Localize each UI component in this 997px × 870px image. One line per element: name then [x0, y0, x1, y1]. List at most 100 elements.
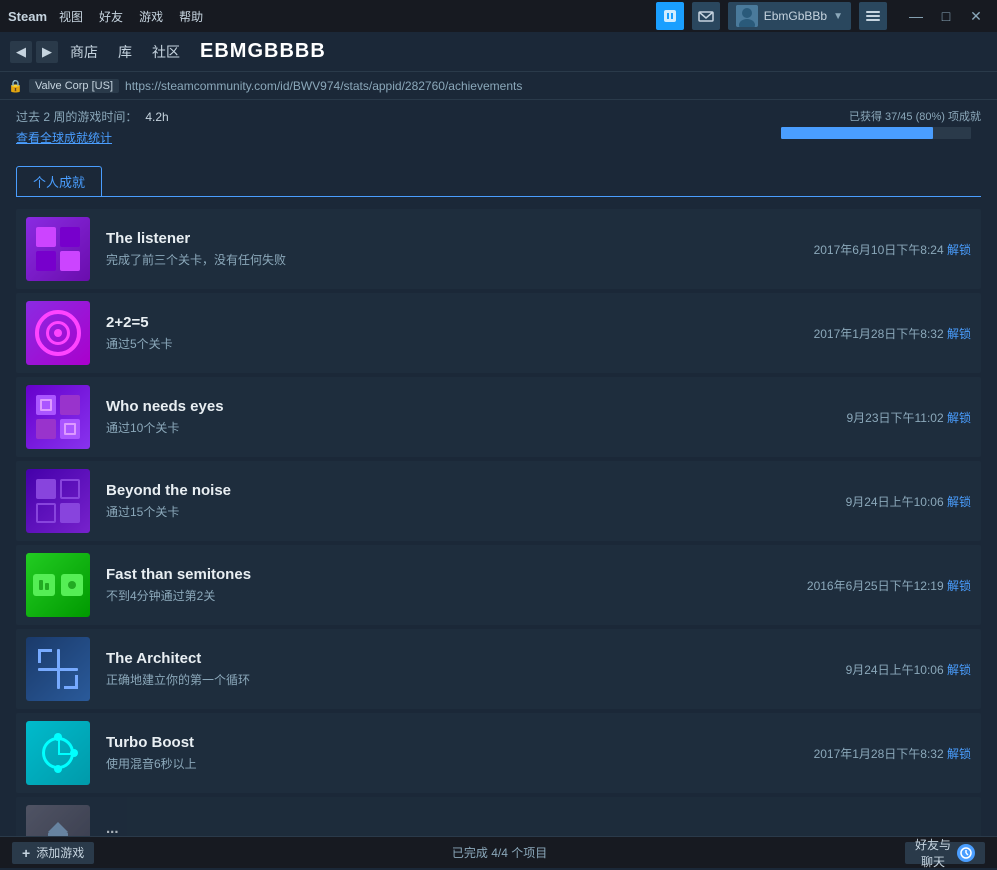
achievement-icon-turbo	[26, 721, 90, 785]
stats-row: 过去 2 周的游戏时间： 4.2h 查看全球成就统计 已获得 37/45 (80…	[0, 100, 997, 158]
notification-icon	[662, 8, 678, 24]
unlock-time: 9月23日下午11:02	[846, 411, 943, 425]
bottom-status: 已完成 4/4 个项目	[94, 844, 905, 861]
tab-personal[interactable]: 个人成就	[16, 166, 102, 196]
achievement-name: The listener	[106, 230, 798, 247]
achievement-list: The listener 完成了前三个关卡，没有任何失败 2017年6月10日下…	[0, 209, 997, 836]
achievement-info: Fast than semitones 不到4分钟通过第2关	[106, 566, 791, 604]
achievement-icon-architect	[26, 637, 90, 701]
close-button[interactable]: ✕	[963, 3, 989, 29]
add-game-label: 添加游戏	[36, 844, 84, 861]
progress-bar-inner	[781, 127, 933, 139]
unlock-label: 解锁	[947, 579, 971, 593]
chevron-down-icon: ▼	[833, 11, 843, 22]
achievement-icon-beyond	[26, 469, 90, 533]
unlock-time: 2017年6月10日下午8:24	[814, 243, 944, 257]
playtime-value: 4.2h	[145, 110, 168, 124]
achievement-unlock: 2017年6月10日下午8:24 解锁	[814, 241, 971, 258]
achievement-icon-fast	[26, 553, 90, 617]
achievement-desc: 正确地建立你的第一个循环	[106, 671, 830, 688]
menu-view[interactable]: 视图	[59, 8, 83, 25]
achievement-info: The listener 完成了前三个关卡，没有任何失败	[106, 230, 798, 268]
unlock-time: 9月24日上午10:06	[846, 495, 944, 509]
menu-bar: 视图 好友 游戏 帮助	[59, 8, 656, 25]
chat-icon	[957, 844, 975, 862]
achievement-desc: 完成了前三个关卡，没有任何失败	[106, 251, 798, 268]
menu-games[interactable]: 游戏	[139, 8, 163, 25]
back-button[interactable]: ◀	[10, 41, 32, 63]
username: EbmGbBBb	[764, 9, 827, 23]
achievement-icon-partial	[26, 805, 90, 836]
title-bar: Steam 视图 好友 游戏 帮助 EbmGbBBb ▼	[0, 0, 997, 32]
unlock-label: 解锁	[947, 411, 971, 425]
friend-chat-button[interactable]: 好友与 聊天	[905, 842, 985, 864]
tab-section: 个人成就	[0, 158, 997, 196]
achievement-name: 2+2=5	[106, 314, 798, 331]
lock-icon: 🔒	[8, 79, 23, 93]
achievement-name: ...	[106, 820, 971, 837]
achievement-info: ... ...	[106, 820, 971, 837]
achievement-item: The Architect 正确地建立你的第一个循环 9月24日上午10:06 …	[16, 629, 981, 709]
achievement-info: Beyond the noise 通过15个关卡	[106, 482, 830, 520]
unlock-time: 2017年1月28日下午8:32	[814, 327, 944, 341]
menu-help[interactable]: 帮助	[179, 8, 203, 25]
progress-bar-outer	[781, 127, 971, 139]
unlock-label: 解锁	[947, 495, 971, 509]
nav-library[interactable]: 库	[118, 38, 132, 66]
achievement-icon-listener	[26, 217, 90, 281]
achievement-desc: 通过15个关卡	[106, 503, 830, 520]
url-text: https://steamcommunity.com/id/BWV974/sta…	[125, 79, 989, 93]
main-content: 过去 2 周的游戏时间： 4.2h 查看全球成就统计 已获得 37/45 (80…	[0, 100, 997, 836]
achievement-item: Beyond the noise 通过15个关卡 9月24日上午10:06 解锁	[16, 461, 981, 541]
bottom-bar: + 添加游戏 已完成 4/4 个项目 好友与 聊天	[0, 836, 997, 868]
achievement-item: Who needs eyes 通过10个关卡 9月23日下午11:02 解锁	[16, 377, 981, 457]
site-badge: Valve Corp [US]	[29, 79, 119, 93]
menu-friends[interactable]: 好友	[99, 8, 123, 25]
bottom-right: 好友与 聊天	[905, 842, 985, 864]
achievement-name: The Architect	[106, 650, 830, 667]
achievement-info: 2+2=5 通过5个关卡	[106, 314, 798, 352]
extra-button[interactable]	[859, 2, 887, 30]
user-area[interactable]: EbmGbBBb ▼	[728, 2, 851, 30]
achievement-info: Who needs eyes 通过10个关卡	[106, 398, 830, 436]
notification-button[interactable]	[656, 2, 684, 30]
unlock-label: 解锁	[947, 327, 971, 341]
nav-store[interactable]: 商店	[70, 38, 98, 66]
mail-button[interactable]	[692, 2, 720, 30]
nav-links: 商店 库 社区	[70, 38, 180, 66]
title-bar-right: EbmGbBBb ▼ — □ ✕	[656, 2, 989, 30]
achievement-item: Fast than semitones 不到4分钟通过第2关 2016年6月25…	[16, 545, 981, 625]
achievement-item: ... ...	[16, 797, 981, 836]
nav-arrows: ◀ ▶	[10, 41, 58, 63]
playtime-label: 过去 2 周的游戏时间：	[16, 108, 137, 125]
achievement-icon-who	[26, 385, 90, 449]
achievement-item: Turbo Boost 使用混音6秒以上 2017年1月28日下午8:32 解锁	[16, 713, 981, 793]
achievement-info: Turbo Boost 使用混音6秒以上	[106, 734, 798, 772]
avatar	[736, 5, 758, 27]
achievement-unlock: 9月24日上午10:06 解锁	[846, 661, 971, 678]
extra-icon	[865, 8, 881, 24]
achievement-icon-225	[26, 301, 90, 365]
nav-community[interactable]: 社区	[152, 38, 180, 66]
unlock-label: 解锁	[947, 243, 971, 257]
achievement-name: Fast than semitones	[106, 566, 791, 583]
achievement-info: The Architect 正确地建立你的第一个循环	[106, 650, 830, 688]
progress-label: 已获得 37/45 (80%) 项成就	[781, 108, 981, 124]
view-stats-link[interactable]: 查看全球成就统计	[16, 129, 169, 146]
achievement-desc: 不到4分钟通过第2关	[106, 587, 791, 604]
nav-bar: ◀ ▶ 商店 库 社区 EBMGBBBB	[0, 32, 997, 72]
progress-section: 已获得 37/45 (80%) 项成就	[781, 108, 981, 139]
achievement-unlock: 2017年1月28日下午8:32 解锁	[814, 745, 971, 762]
achievement-desc: 通过10个关卡	[106, 419, 830, 436]
maximize-button[interactable]: □	[933, 3, 959, 29]
forward-button[interactable]: ▶	[36, 41, 58, 63]
minimize-button[interactable]: —	[903, 3, 929, 29]
achievement-desc: 通过5个关卡	[106, 335, 798, 352]
achievement-unlock: 2017年1月28日下午8:32 解锁	[814, 325, 971, 342]
status-text: 已完成 4/4 个项目	[452, 846, 547, 860]
achievement-desc: 使用混音6秒以上	[106, 755, 798, 772]
address-bar: 🔒 Valve Corp [US] https://steamcommunity…	[0, 72, 997, 100]
unlock-label: 解锁	[947, 747, 971, 761]
add-game-button[interactable]: + 添加游戏	[12, 842, 94, 864]
unlock-time: 2016年6月25日下午12:19	[807, 579, 944, 593]
